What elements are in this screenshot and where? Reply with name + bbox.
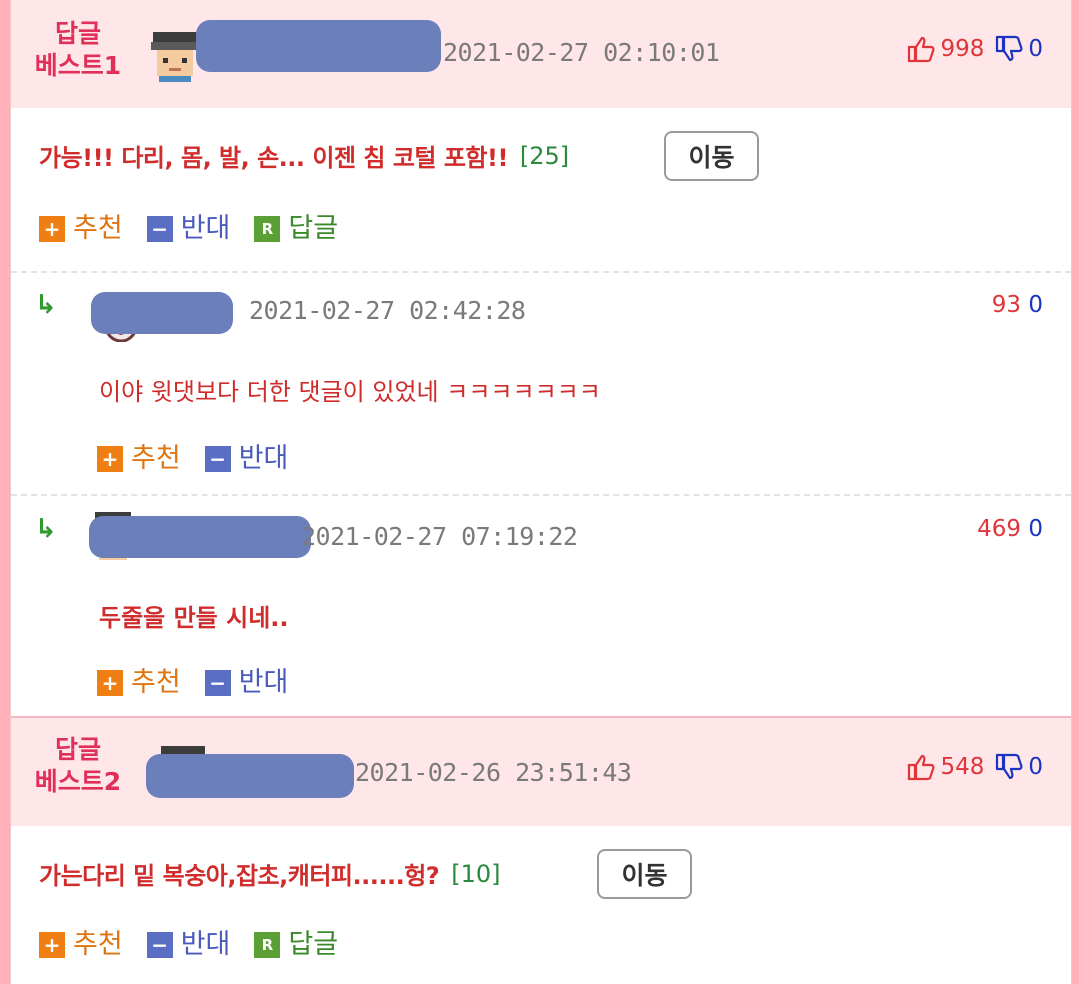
best1-votes: 998 0: [906, 34, 1043, 64]
minus-icon: −: [146, 931, 173, 958]
reply2-downvote-count: 0: [1028, 516, 1043, 542]
reply1-oppose-button[interactable]: − 반대: [204, 436, 289, 475]
best2-move-button[interactable]: 이동: [597, 849, 692, 899]
oppose-label: 반대: [180, 213, 231, 244]
reply1-downvote-count: 0: [1028, 292, 1043, 318]
best1-move-button[interactable]: 이동: [664, 131, 759, 181]
best1-oppose-button[interactable]: − 반대: [146, 206, 231, 245]
comment-frame: 답글 베스트1 2021-02-27 02:10:01 998 0 가능!!!: [10, 0, 1072, 984]
best2-title[interactable]: 가는다리 밑 복숭아,잡초,캐터피......헝?: [39, 856, 440, 891]
reply1-recommend-button[interactable]: + 추천: [97, 436, 181, 475]
username-redacted[interactable]: [89, 516, 311, 558]
best2-reply-button[interactable]: R 답글: [254, 922, 338, 961]
best1-header: 답글 베스트1 2021-02-27 02:10:01 998 0: [11, 0, 1071, 108]
plus-icon: +: [39, 931, 65, 958]
best1-badge: 답글 베스트1: [23, 18, 133, 82]
recommend-label: 추천: [73, 929, 123, 960]
best2-recommend-button[interactable]: + 추천: [39, 922, 123, 961]
reply2-oppose-button[interactable]: − 반대: [204, 660, 289, 699]
recommend-label: 추천: [131, 667, 181, 698]
recommend-label: 추천: [73, 213, 123, 244]
best2-badge-line1: 답글: [54, 735, 101, 764]
reply-arrow-icon: ↳: [35, 290, 57, 320]
reply-icon: R: [254, 215, 281, 242]
reply-icon: R: [254, 931, 281, 958]
reply-label: 답글: [288, 929, 339, 960]
best1-downvote-count: 0: [1028, 36, 1043, 62]
plus-icon: +: [97, 445, 123, 472]
divider: [11, 271, 1071, 273]
reply2-datetime: 2021-02-27 07:19:22: [301, 522, 578, 551]
reply-arrow-icon: ↳: [35, 514, 57, 544]
best1-badge-line2: 베스트1: [34, 51, 122, 80]
reply1-text: 이야 윗댓보다 더한 댓글이 있었네 ㅋㅋㅋㅋㅋㅋㅋ: [99, 378, 601, 406]
oppose-label: 반대: [238, 443, 289, 474]
oppose-label: 반대: [180, 929, 231, 960]
best1-reply-count: [25]: [519, 141, 570, 170]
reply1-actions: + 추천 − 반대: [97, 436, 312, 475]
reply2-recommend-button[interactable]: + 추천: [97, 660, 181, 699]
best1-title-row: 가능!!! 다리, 몸, 발, 손... 이젠 침 코털 포함!! [25]: [39, 138, 569, 173]
best1-datetime: 2021-02-27 02:10:01: [443, 38, 720, 67]
username-redacted[interactable]: [91, 292, 233, 334]
best2-votes: 548 0: [906, 752, 1043, 782]
reply2-text: 두줄을 만들 시네..: [99, 604, 289, 632]
best2-reply-count: [10]: [451, 859, 501, 888]
thumbs-down-icon[interactable]: [994, 34, 1024, 64]
best2-upvote-count: 548: [940, 754, 985, 780]
reply-label: 답글: [288, 213, 339, 244]
best2-header: 답글 베스트2 2021-02-26 23:51:43 548 0: [11, 718, 1071, 826]
thumbs-up-icon[interactable]: [906, 752, 936, 782]
best1-actions: + 추천 − 반대 R 답글: [39, 206, 362, 245]
best1-title[interactable]: 가능!!! 다리, 몸, 발, 손... 이젠 침 코털 포함!!: [39, 138, 508, 173]
minus-icon: −: [204, 669, 231, 696]
best2-badge: 답글 베스트2: [23, 734, 133, 798]
plus-icon: +: [97, 669, 123, 696]
best2-datetime: 2021-02-26 23:51:43: [355, 758, 632, 787]
recommend-label: 추천: [131, 443, 181, 474]
reply1-upvote-count: 93: [991, 292, 1022, 318]
best2-title-row: 가는다리 밑 복숭아,잡초,캐터피......헝? [10]: [39, 856, 500, 891]
reply2-upvote-count: 469: [977, 516, 1022, 542]
reply2-actions: + 추천 − 반대: [97, 660, 312, 699]
avatar-icon[interactable]: [149, 28, 201, 82]
best1-upvote-count: 998: [940, 36, 985, 62]
minus-icon: −: [146, 215, 173, 242]
thumbs-up-icon[interactable]: [906, 34, 936, 64]
oppose-label: 반대: [238, 667, 289, 698]
best1-reply-button[interactable]: R 답글: [254, 206, 338, 245]
best1-badge-line1: 답글: [54, 19, 101, 48]
minus-icon: −: [204, 445, 231, 472]
divider: [11, 494, 1071, 496]
plus-icon: +: [39, 215, 65, 242]
username-redacted[interactable]: [196, 20, 441, 72]
reply2-votes: 469 0: [977, 516, 1043, 542]
best2-downvote-count: 0: [1028, 754, 1043, 780]
reply1-votes: 93 0: [992, 292, 1043, 318]
best2-oppose-button[interactable]: − 반대: [146, 922, 231, 961]
best1-recommend-button[interactable]: + 추천: [39, 206, 123, 245]
thumbs-down-icon[interactable]: [994, 752, 1024, 782]
best2-actions: + 추천 − 반대 R 답글: [39, 922, 362, 961]
reply1-datetime: 2021-02-27 02:42:28: [249, 296, 526, 325]
best2-badge-line2: 베스트2: [34, 767, 122, 796]
username-redacted[interactable]: [146, 754, 354, 798]
